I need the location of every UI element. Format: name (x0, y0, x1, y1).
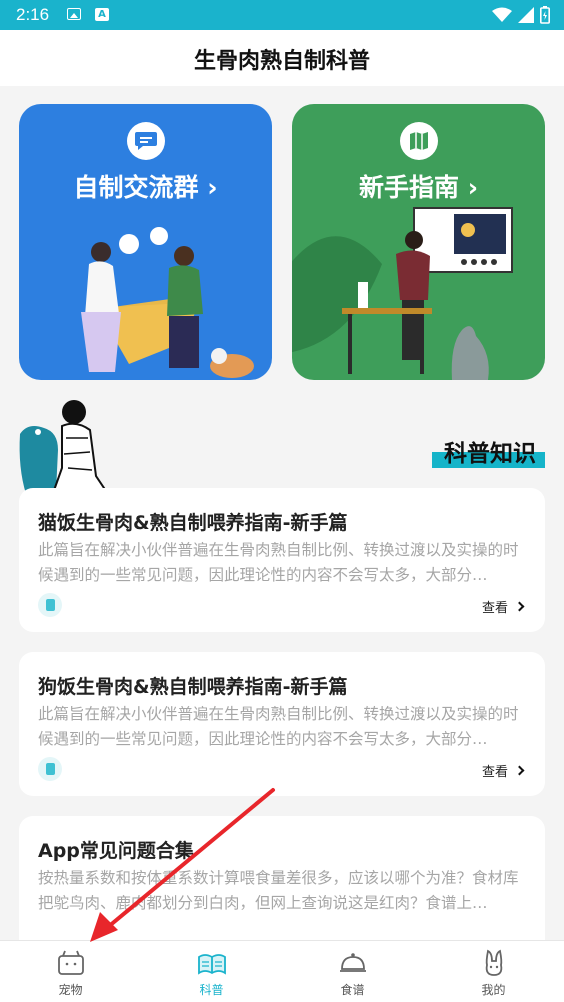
article-title: 猫饭生骨肉&熟自制喂养指南-新手篇 (38, 512, 348, 534)
section-title: 科普知识 (444, 441, 536, 467)
chat-bubble-icon (126, 122, 165, 160)
nav-tab-profile[interactable]: 我的 (423, 941, 564, 1002)
bottom-navigation: 宠物 科普 食谱 我的 (0, 940, 564, 1002)
nav-tab-science[interactable]: 科普 (141, 941, 282, 1002)
pet-box-icon (57, 950, 84, 975)
book-icon (38, 593, 62, 617)
status-time: 2:16 (16, 5, 50, 24)
article-title: App常见问题合集 (38, 840, 194, 862)
nav-label: 我的 (481, 983, 506, 997)
presentation-illustration (292, 207, 513, 380)
article-card[interactable]: App常见问题合集 按热量系数和按体重系数计算喂食量差很多，应该以哪个为准？食材… (19, 816, 545, 940)
banner-label: 自制交流群 › (73, 173, 218, 202)
article-desc: 此篇旨在解决小伙伴普遍在生骨肉熟自制比例、转换过渡以及实操的时候遇到的一些常见问… (38, 705, 519, 748)
signal-icon (518, 7, 534, 23)
nav-label: 食谱 (340, 983, 365, 997)
chevron-right-icon (514, 601, 525, 612)
nav-tab-recipes[interactable]: 食谱 (282, 941, 423, 1002)
view-label: 查看 (481, 601, 508, 616)
app-header: 生骨肉熟自制科普 (0, 30, 564, 86)
article-desc: 按热量系数和按体重系数计算喂食量差很多，应该以哪个为准？食材库把鸵鸟肉、鹿肉都划… (38, 869, 519, 912)
book-icon (38, 757, 62, 781)
article-card[interactable]: 狗饭生骨肉&熟自制喂养指南-新手篇 此篇旨在解决小伙伴普遍在生骨肉熟自制比例、转… (19, 652, 545, 796)
view-link[interactable]: 查看 (481, 597, 525, 616)
food-cloche-icon (339, 953, 366, 972)
view-link[interactable]: 查看 (481, 761, 525, 780)
wifi-icon (492, 7, 512, 22)
app-notification-icon: A (95, 8, 109, 21)
chevron-right-icon (514, 765, 525, 776)
book-map-icon (399, 122, 438, 160)
community-group-banner[interactable]: 自制交流群 › (19, 104, 272, 380)
nav-tab-pets[interactable]: 宠物 (0, 941, 141, 1002)
article-desc: 此篇旨在解决小伙伴普遍在生骨肉熟自制比例、转换过渡以及实操的时候遇到的一些常见问… (38, 541, 519, 584)
status-bar: 2:16 A (0, 0, 564, 30)
beginner-guide-banner[interactable]: 新手指南 › (292, 104, 545, 380)
banner-label: 新手指南 › (358, 173, 478, 202)
nav-label: 宠物 (58, 983, 83, 997)
open-book-icon (197, 954, 226, 975)
bunny-profile-icon (485, 949, 502, 976)
view-label: 查看 (481, 765, 508, 780)
article-card[interactable]: 猫饭生骨肉&熟自制喂养指南-新手篇 此篇旨在解决小伙伴普遍在生骨肉熟自制比例、转… (19, 488, 545, 632)
battery-icon (540, 6, 550, 24)
article-title: 狗饭生骨肉&熟自制喂养指南-新手篇 (38, 676, 348, 698)
girl-with-dog-illustration (19, 400, 110, 498)
page-title: 生骨肉熟自制科普 (193, 49, 370, 74)
nav-label: 科普 (199, 983, 224, 997)
friends-chatting-illustration (81, 227, 254, 378)
image-notification-icon (67, 8, 81, 20)
